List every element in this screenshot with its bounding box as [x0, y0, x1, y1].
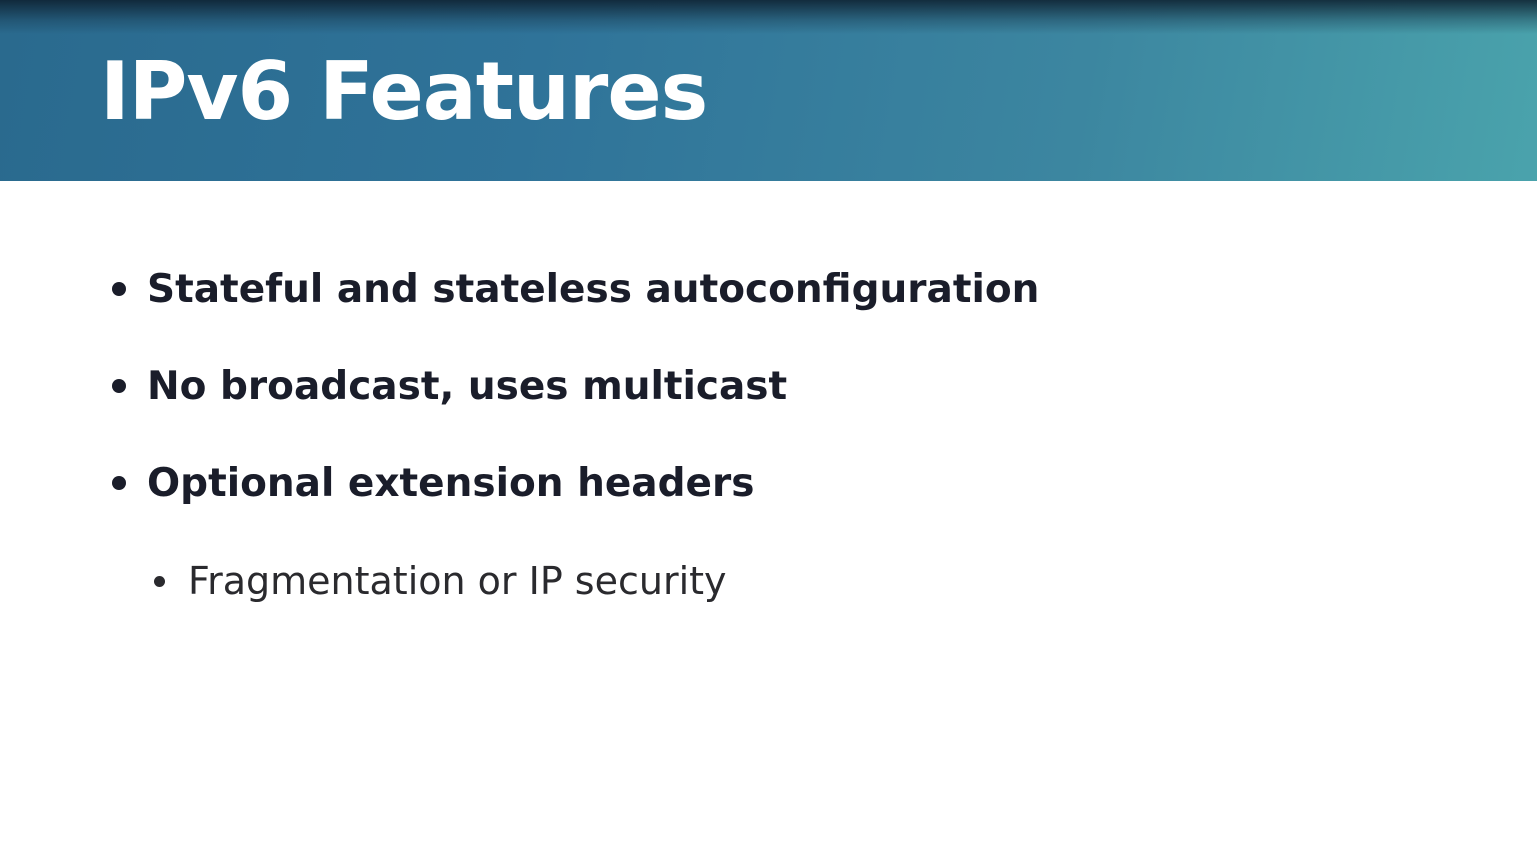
sub-bullet-text: Fragmentation or IP security — [188, 559, 727, 603]
bullet-item: Stateful and stateless autoconfiguration — [112, 261, 1039, 317]
slide: IPv6 Features Stateful and stateless aut… — [0, 0, 1537, 863]
bullet-dot-icon — [112, 282, 126, 296]
sub-bullet-dot-icon — [154, 575, 165, 587]
sub-bullet-item: Fragmentation or IP security — [154, 553, 727, 609]
bullet-dot-icon — [112, 379, 126, 393]
bullet-item: Optional extension headers — [112, 455, 754, 511]
bullet-text: Optional extension headers — [147, 460, 755, 506]
bullet-item: No broadcast, uses multicast — [112, 358, 787, 414]
bullet-dot-icon — [112, 476, 126, 490]
bullet-text: No broadcast, uses multicast — [147, 363, 788, 409]
bullet-text: Stateful and stateless autoconfiguration — [147, 266, 1040, 312]
bullet-list: Stateful and stateless autoconfiguration… — [0, 0, 1537, 863]
